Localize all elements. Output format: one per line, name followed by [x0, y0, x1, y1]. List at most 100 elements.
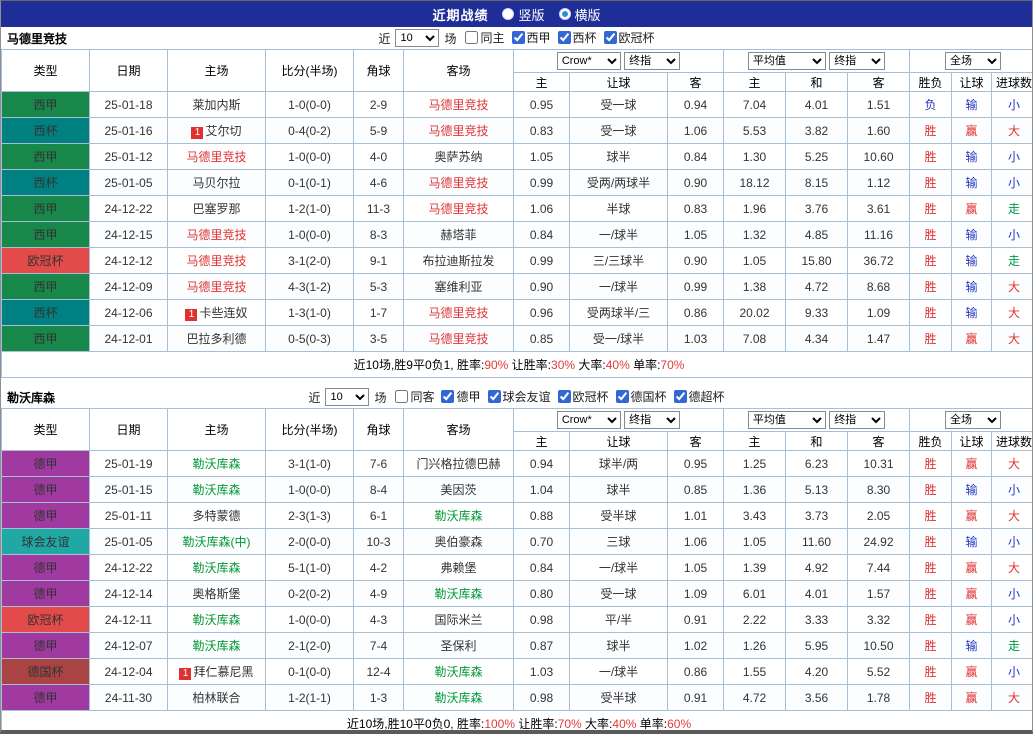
corner-cell: 4-3: [353, 606, 404, 633]
away-team-cell: 勒沃库森: [403, 502, 514, 529]
home-team-cell: 1 卡些连奴: [167, 299, 266, 326]
score-cell[interactable]: 0-4(0-2): [265, 117, 354, 144]
filter-德超杯[interactable]: 德超杯: [667, 388, 725, 405]
filter-checkbox[interactable]: [487, 390, 501, 403]
col-avg-away: 客: [847, 72, 911, 92]
filter-西甲[interactable]: 西甲: [505, 29, 551, 46]
filter-checkbox[interactable]: [603, 31, 617, 44]
col-corner: 角球: [353, 49, 404, 92]
avg-away-odds: 36.72: [847, 247, 911, 274]
recent-count-select[interactable]: 10: [395, 29, 440, 47]
result-goals: 小: [991, 580, 1032, 607]
score-cell[interactable]: 1-0(0-0): [265, 221, 354, 248]
filter-欧冠杯[interactable]: 欧冠杯: [597, 29, 655, 46]
home-team-name: 马贝尔拉: [192, 176, 241, 190]
filter-球会友谊[interactable]: 球会友谊: [481, 388, 551, 405]
away-team-name: 奥萨苏纳: [434, 150, 483, 164]
score-cell[interactable]: 0-2(0-2): [265, 580, 354, 607]
handicap-home-odds: 0.85: [513, 325, 570, 352]
result-goals: 小: [991, 221, 1032, 248]
score-cell[interactable]: 1-2(1-0): [265, 195, 354, 222]
closing-odds-select[interactable]: 终指: [624, 411, 681, 429]
corner-cell: 1-3: [353, 684, 404, 711]
result-handicap: 输: [951, 91, 993, 118]
filter-checkbox[interactable]: [465, 31, 479, 44]
avg-draw-odds: 6.23: [785, 450, 849, 477]
score-cell[interactable]: 1-3(1-0): [265, 299, 354, 326]
filter-checkbox[interactable]: [673, 390, 687, 403]
filter-西杯[interactable]: 西杯: [551, 29, 597, 46]
match-date: 24-12-14: [89, 580, 168, 607]
home-team-name: 马德里竞技: [186, 150, 247, 164]
closing-odds-select[interactable]: 终指: [624, 52, 681, 70]
average-select[interactable]: 平均值: [747, 52, 826, 70]
fulltime-select[interactable]: 全场: [945, 52, 1002, 70]
filter-checkbox[interactable]: [395, 390, 409, 403]
recent-count-select[interactable]: 10: [325, 388, 370, 406]
bookmaker-select[interactable]: Crow*: [556, 411, 621, 429]
league-type-badge: 德甲: [1, 580, 90, 607]
score-cell[interactable]: 1-0(0-0): [265, 606, 354, 633]
result-goals: 小: [991, 91, 1032, 118]
fulltime-select[interactable]: 全场: [945, 411, 1002, 429]
radio-icon-vertical[interactable]: [502, 8, 515, 20]
avg-draw-odds: 4.72: [785, 273, 849, 300]
match-row: 德甲 24-12-07 勒沃库森 2-1(2-0) 7-4 圣保利 0.87 球半 1.02 1.…: [1, 632, 1032, 659]
filter-欧冠杯[interactable]: 欧冠杯: [551, 388, 609, 405]
handicap-line: 球半/两: [569, 450, 668, 477]
avg-home-odds: 1.36: [723, 476, 787, 503]
handicap-home-odds: 0.98: [513, 684, 570, 711]
bookmaker-select[interactable]: Crow*: [556, 52, 621, 70]
score-cell[interactable]: 1-0(0-0): [265, 476, 354, 503]
match-row: 西杯 25-01-16 1 艾尔切 0-4(0-2) 5-9 马德里竞技 0.83 受一球 1.0…: [1, 117, 1032, 144]
filter-checkbox[interactable]: [511, 31, 525, 44]
filter-checkbox[interactable]: [557, 390, 571, 403]
closing-odds-select-2[interactable]: 终指: [829, 411, 886, 429]
score-cell[interactable]: 2-3(1-3): [265, 502, 354, 529]
filter-checkbox[interactable]: [557, 31, 571, 44]
handicap-home-odds: 0.96: [513, 299, 570, 326]
score-cell[interactable]: 5-1(1-0): [265, 554, 354, 581]
layout-option-horizontal[interactable]: 横版: [558, 5, 601, 24]
score-cell[interactable]: 1-0(0-0): [265, 143, 354, 170]
filter-checkbox[interactable]: [615, 390, 629, 403]
filter-德甲[interactable]: 德甲: [434, 388, 481, 405]
score-cell[interactable]: 3-1(1-0): [265, 450, 354, 477]
corner-cell: 8-4: [353, 476, 404, 503]
score-cell[interactable]: 3-1(2-0): [265, 247, 354, 274]
filter-group: 同客 德甲 球会友谊 欧冠杯 德国杯 德超杯: [388, 388, 725, 406]
away-team-name: 马德里竞技: [428, 306, 489, 320]
league-type-badge: 西甲: [1, 221, 90, 248]
result-handicap: 输: [951, 476, 993, 503]
score-cell[interactable]: 4-3(1-2): [265, 273, 354, 300]
layout-option-vertical[interactable]: 竖版: [502, 5, 545, 24]
filter-同主[interactable]: 同主: [458, 29, 505, 46]
score-cell[interactable]: 0-5(0-3): [265, 325, 354, 352]
match-date: 24-12-04: [89, 658, 168, 685]
result-handicap: 输: [951, 632, 993, 659]
score-cell[interactable]: 2-0(0-0): [265, 528, 354, 555]
score-cell[interactable]: 1-0(0-0): [265, 91, 354, 118]
handicap-home-odds: 0.99: [513, 247, 570, 274]
radio-icon-horizontal[interactable]: [558, 8, 571, 20]
handicap-away-odds: 0.90: [666, 247, 725, 274]
avg-draw-odds: 9.33: [785, 299, 849, 326]
home-team-cell: 马德里竞技: [167, 273, 266, 300]
score-cell[interactable]: 2-1(2-0): [265, 632, 354, 659]
handicap-line: 受一球: [569, 580, 668, 607]
score-cell[interactable]: 1-2(1-1): [265, 684, 354, 711]
summary-value: 90%: [484, 358, 509, 372]
avg-away-odds: 11.16: [847, 221, 911, 248]
handicap-home-odds: 1.05: [513, 143, 570, 170]
results-table: 类型 日期 主场 比分(半场) 角球 客场 Crow* 终指 平均值 终指 全场…: [1, 408, 1032, 730]
filter-checkbox[interactable]: [441, 390, 455, 403]
score-cell[interactable]: 0-1(0-0): [265, 658, 354, 685]
average-select[interactable]: 平均值: [747, 411, 826, 429]
col-odds-handicap: 让球: [569, 431, 668, 451]
filter-同客[interactable]: 同客: [388, 388, 434, 405]
score-cell[interactable]: 0-1(0-1): [265, 169, 354, 196]
match-row: 欧冠杯 24-12-12 马德里竞技 3-1(2-0) 9-1 布拉迪斯拉发 0.99 三/三…: [1, 247, 1032, 274]
avg-draw-odds: 4.34: [785, 325, 849, 352]
filter-德国杯[interactable]: 德国杯: [609, 388, 667, 405]
closing-odds-select-2[interactable]: 终指: [829, 52, 886, 70]
